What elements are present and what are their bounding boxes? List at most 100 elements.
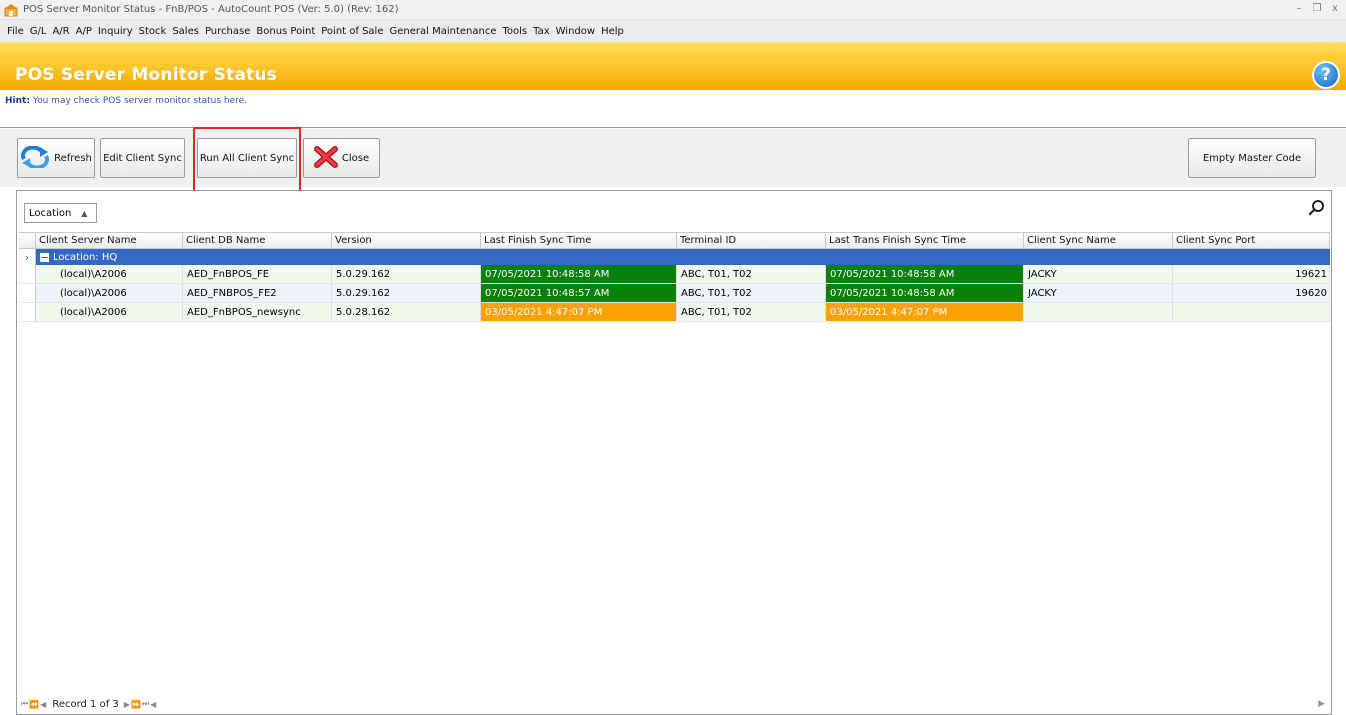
column-header-version[interactable]: Version: [332, 233, 481, 248]
cell-sync-name[interactable]: [1024, 303, 1173, 321]
next-record-icon[interactable]: ▶: [124, 700, 130, 709]
cell-port[interactable]: 19621: [1173, 265, 1330, 283]
menu-item-purchase[interactable]: Purchase: [202, 26, 253, 37]
data-grid: Client Server Name Client DB Name Version L…: [19, 232, 1330, 322]
column-header-client-db-name[interactable]: Client DB Name: [183, 233, 332, 248]
column-header-client-sync-name[interactable]: Client Sync Name: [1024, 233, 1173, 248]
cell-server[interactable]: (local)\A2006: [36, 284, 183, 302]
record-count: Record 1 of 3: [52, 698, 119, 710]
cell-version[interactable]: 5.0.29.162: [332, 265, 481, 283]
menu-item-general-maintenance[interactable]: General Maintenance: [386, 26, 499, 37]
close-label: Close: [341, 152, 370, 164]
cell-last-sync[interactable]: 07/05/2021 10:48:57 AM: [481, 284, 677, 302]
group-row[interactable]: › Location: HQ: [19, 249, 1330, 265]
minimize-icon[interactable]: –: [1294, 3, 1304, 14]
menu-bar: File G/L A/R A/P Inquiry Stock Sales Purchase Bo…: [0, 20, 1346, 42]
menu-item-a-r[interactable]: A/R: [49, 26, 72, 37]
refresh-button[interactable]: Refresh: [17, 138, 95, 178]
cell-sync-name[interactable]: JACKY: [1024, 284, 1173, 302]
cell-terminal[interactable]: ABC, T01, T02: [677, 303, 826, 321]
cell-db[interactable]: AED_FnBPOS_FE: [183, 265, 332, 283]
cell-last-trans[interactable]: 03/05/2021 4:47:07 PM: [826, 303, 1024, 321]
menu-item-tools[interactable]: Tools: [499, 26, 530, 37]
record-navigator: ⏮ ⏪ ◀ Record 1 of 3 ▶ ⏩ ⏭ ◀ ▶: [17, 694, 1331, 714]
column-header-terminal-id[interactable]: Terminal ID: [677, 233, 826, 248]
close-window-icon[interactable]: x: [1330, 3, 1340, 14]
edit-client-sync-button[interactable]: Edit Client Sync: [100, 138, 185, 178]
hint-text: You may check POS server monitor status …: [32, 96, 248, 106]
cell-version[interactable]: 5.0.28.162: [332, 303, 481, 321]
app-icon: [4, 3, 18, 17]
menu-item-bonus-point[interactable]: Bonus Point: [253, 26, 318, 37]
cell-port[interactable]: 19620: [1173, 284, 1330, 302]
restore-icon[interactable]: ❐: [1312, 3, 1322, 14]
menu-item-sales[interactable]: Sales: [169, 26, 202, 37]
run-all-client-sync-button[interactable]: Run All Client Sync: [197, 138, 297, 178]
window-title: POS Server Monitor Status - FnB/POS - Au…: [23, 4, 399, 15]
scroll-right-icon[interactable]: ▶: [1318, 699, 1325, 709]
previous-page-icon[interactable]: ⏪: [29, 700, 39, 709]
menu-item-a-p[interactable]: A/P: [73, 26, 95, 37]
hint-panel: Hint: You may check POS server monitor s…: [0, 90, 1346, 128]
last-page-icon[interactable]: ⏭: [142, 699, 149, 709]
column-header-client-server-name[interactable]: Client Server Name: [36, 233, 183, 248]
table-row[interactable]: (local)\A2006 AED_FNBPOS_FE2 5.0.29.162 07/…: [19, 284, 1330, 303]
page-header: POS Server Monitor Status ?: [0, 60, 1346, 90]
column-header-last-trans-finish-sync-time[interactable]: Last Trans Finish Sync Time: [826, 233, 1024, 248]
cell-server[interactable]: (local)\A2006: [36, 265, 183, 283]
cell-last-sync[interactable]: 03/05/2021 4:47:07 PM: [481, 303, 677, 321]
row-indicator[interactable]: [19, 303, 36, 321]
menu-item-tax[interactable]: Tax: [530, 26, 553, 37]
cell-sync-name[interactable]: JACKY: [1024, 265, 1173, 283]
cell-last-sync[interactable]: 07/05/2021 10:48:58 AM: [481, 265, 677, 283]
group-by-location-chip[interactable]: Location ▲: [24, 203, 97, 223]
cell-db[interactable]: AED_FNBPOS_FE2: [183, 284, 332, 302]
grid-panel: Location ▲ Client Server Name Client DB N…: [16, 190, 1332, 715]
group-by-label: Location: [29, 207, 72, 219]
close-x-icon: [313, 145, 338, 171]
header-band: [0, 42, 1346, 60]
row-indicator[interactable]: [19, 284, 36, 302]
close-button[interactable]: Close: [303, 138, 380, 178]
cell-terminal[interactable]: ABC, T01, T02: [677, 284, 826, 302]
grid-header-row: Client Server Name Client DB Name Version L…: [19, 232, 1330, 249]
column-header-last-finish-sync-time[interactable]: Last Finish Sync Time: [481, 233, 677, 248]
cell-terminal[interactable]: ABC, T01, T02: [677, 265, 826, 283]
cell-server[interactable]: (local)\A2006: [36, 303, 183, 321]
previous-record-icon[interactable]: ◀: [40, 700, 46, 709]
table-row[interactable]: (local)\A2006 AED_FnBPOS_newsync 5.0.28.16…: [19, 303, 1330, 322]
first-page-icon[interactable]: ⏮: [21, 699, 28, 709]
cell-port[interactable]: [1173, 303, 1330, 321]
toolbar: Refresh Edit Client Sync Run All Client …: [0, 129, 1346, 187]
group-label: Location: HQ: [53, 251, 118, 263]
column-header-client-sync-port[interactable]: Client Sync Port: [1173, 233, 1330, 248]
cell-version[interactable]: 5.0.29.162: [332, 284, 481, 302]
refresh-label: Refresh: [54, 152, 92, 164]
table-row[interactable]: (local)\A2006 AED_FnBPOS_FE 5.0.29.162 07/0…: [19, 265, 1330, 284]
row-indicator[interactable]: [19, 265, 36, 283]
cell-db[interactable]: AED_FnBPOS_newsync: [183, 303, 332, 321]
scroll-left-icon[interactable]: ◀: [150, 700, 156, 709]
cell-last-trans[interactable]: 07/05/2021 10:48:58 AM: [826, 284, 1024, 302]
menu-item-g-l[interactable]: G/L: [27, 26, 50, 37]
next-page-icon[interactable]: ⏩: [131, 700, 141, 709]
menu-item-help[interactable]: Help: [598, 26, 627, 37]
sort-ascending-icon: ▲: [81, 208, 88, 218]
grid-body: (local)\A2006 AED_FnBPOS_FE 5.0.29.162 07/0…: [19, 265, 1330, 322]
menu-item-stock[interactable]: Stock: [136, 26, 170, 37]
hint-label: Hint:: [5, 96, 30, 106]
menu-item-window[interactable]: Window: [553, 26, 598, 37]
menu-item-point-of-sale[interactable]: Point of Sale: [318, 26, 386, 37]
empty-master-code-button[interactable]: Empty Master Code: [1188, 138, 1316, 178]
menu-item-file[interactable]: File: [4, 26, 27, 37]
page-title: POS Server Monitor Status: [15, 65, 277, 85]
current-row-icon: ›: [19, 249, 36, 265]
row-indicator-header: [19, 233, 36, 248]
help-icon[interactable]: ?: [1312, 61, 1340, 89]
refresh-icon: [20, 145, 50, 171]
window-title-bar: POS Server Monitor Status - FnB/POS - Au…: [0, 0, 1346, 20]
menu-item-inquiry[interactable]: Inquiry: [95, 26, 136, 37]
collapse-icon[interactable]: [40, 252, 49, 262]
cell-last-trans[interactable]: 07/05/2021 10:48:58 AM: [826, 265, 1024, 283]
search-icon[interactable]: [1308, 199, 1326, 217]
